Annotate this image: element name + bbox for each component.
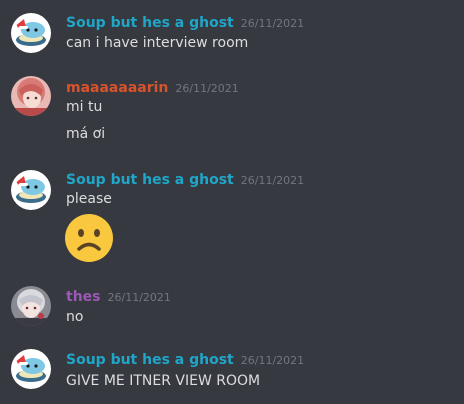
message-text: mi tu	[66, 99, 103, 115]
message-header: maaaaaaarin 26/11/2021	[66, 77, 239, 96]
username[interactable]: Soup but hes a ghost	[66, 15, 234, 31]
anime-girl-avatar	[11, 76, 51, 116]
message-text: má ơi	[66, 126, 106, 142]
ghost-soup-santa-hat-icon	[11, 13, 51, 53]
ghost-soup-santa-hat-icon	[11, 170, 51, 210]
anime-character-avatar	[11, 286, 51, 326]
username[interactable]: maaaaaaarin	[66, 80, 168, 96]
frowning-face-emoji[interactable]	[64, 213, 114, 263]
timestamp: 26/11/2021	[107, 291, 171, 304]
message-header: Soup but hes a ghost 26/11/2021	[66, 169, 305, 188]
message-header: thes 26/11/2021	[66, 286, 171, 305]
username[interactable]: Soup but hes a ghost	[66, 172, 234, 188]
message-text: please	[66, 191, 112, 207]
message-header: Soup but hes a ghost 26/11/2021	[66, 12, 305, 31]
user-avatar[interactable]	[11, 76, 51, 116]
username[interactable]: Soup but hes a ghost	[66, 352, 234, 368]
message-header: Soup but hes a ghost 26/11/2021	[66, 349, 305, 368]
message-text: can i have interview room	[66, 35, 249, 51]
user-avatar[interactable]	[11, 349, 51, 389]
message-text: no	[66, 309, 84, 325]
timestamp: 26/11/2021	[240, 174, 305, 187]
user-avatar[interactable]	[11, 170, 51, 210]
username[interactable]: thes	[66, 289, 101, 305]
timestamp: 26/11/2021	[240, 17, 305, 30]
timestamp: 26/11/2021	[240, 354, 305, 367]
user-avatar[interactable]	[11, 286, 51, 326]
timestamp: 26/11/2021	[175, 82, 239, 95]
user-avatar[interactable]	[11, 13, 51, 53]
ghost-soup-santa-hat-icon	[11, 349, 51, 389]
message-text: GIVE ME ITNER VIEW ROOM	[66, 373, 261, 389]
